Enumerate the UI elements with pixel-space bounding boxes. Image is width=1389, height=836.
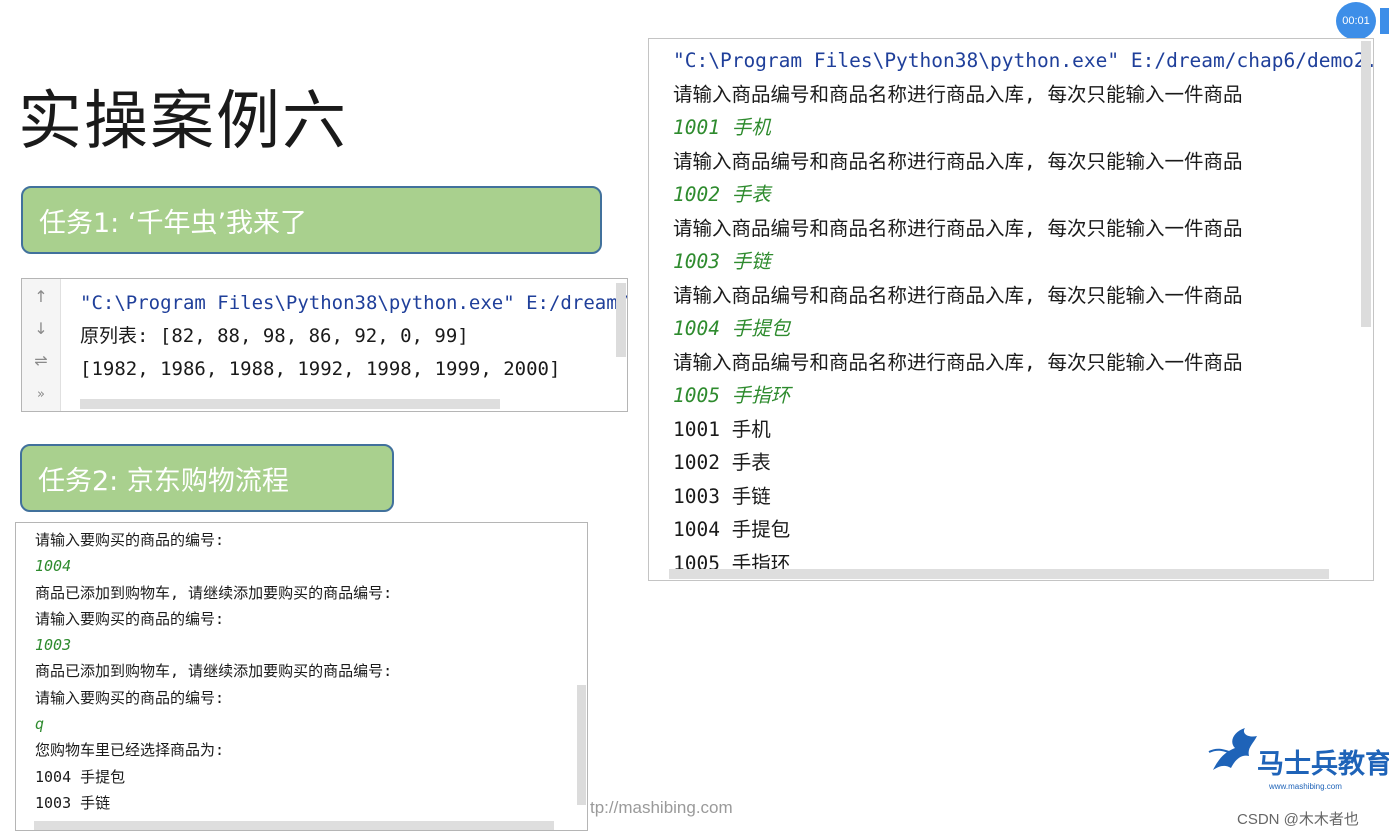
console-line: 请输入商品编号和商品名称进行商品入库, 每次只能输入一件商品 [673, 283, 1243, 307]
csdn-credit: CSDN @木木者也 [1237, 811, 1359, 828]
horizontal-scrollbar[interactable] [80, 399, 500, 409]
brand-logo: 马士兵教育 www.mashibing.com [1205, 722, 1389, 794]
console-line: 请输入商品编号和商品名称进行商品入库, 每次只能输入一件商品 [673, 350, 1243, 374]
task2-banner: 任务2: 京东购物流程 [20, 444, 394, 512]
console-line: 请输入商品编号和商品名称进行商品入库, 每次只能输入一件商品 [673, 82, 1243, 106]
console-line: 商品已添加到购物车, 请继续添加要购买的商品编号: [35, 583, 393, 602]
horizontal-scrollbar[interactable] [669, 569, 1329, 579]
console-line: 请输入商品编号和商品名称进行商品入库, 每次只能输入一件商品 [673, 216, 1243, 240]
watermark-url: tp://mashibing.com [590, 798, 733, 817]
console-line: 您购物车里已经选择商品为: [35, 741, 225, 760]
console-line: 请输入商品编号和商品名称进行商品入库, 每次只能输入一件商品 [673, 149, 1243, 173]
soft-wrap-icon[interactable]: ⇌ [22, 351, 60, 370]
console-line: 商品已添加到购物车, 请继续添加要购买的商品编号: [35, 662, 393, 681]
recording-indicator [1380, 8, 1389, 34]
console-line: 1001 手机 [673, 417, 771, 441]
console-line: 原列表: [82, 88, 98, 86, 92, 0, 99] [80, 325, 469, 347]
scroll-up-icon[interactable]: ↑ [22, 287, 60, 306]
console-line: 1003 [35, 636, 72, 655]
vertical-scrollbar[interactable] [616, 283, 626, 357]
vertical-scrollbar[interactable] [1361, 41, 1371, 327]
console-line: 1001 手机 [673, 116, 771, 139]
console-line: 1003 手链 [673, 250, 771, 273]
console-output-inventory: "C:\Program Files\Python38\python.exe" E… [648, 38, 1374, 581]
brand-name: 马士兵教育 [1257, 749, 1389, 780]
console-line: 1004 [35, 557, 72, 576]
slide-title: 实操案例六 [18, 85, 348, 159]
console-line: 1004 手提包 [673, 317, 791, 340]
console-lines: "C:\Program Files\Python38\python.exe" E… [673, 44, 1374, 580]
console-line: "C:\Program Files\Python38\python.exe" E… [80, 292, 628, 314]
console-line: [1982, 1986, 1988, 1992, 1998, 1999, 200… [80, 358, 561, 380]
console-line: 1004 手提包 [35, 767, 126, 786]
scroll-down-icon[interactable]: ↓ [22, 319, 60, 338]
console-line: 1002 手表 [673, 183, 771, 206]
console-line: 请输入要购买的商品的编号: [35, 688, 225, 707]
console-line: 1005 手指环 [673, 384, 791, 407]
brand-url: www.mashibing.com [1269, 782, 1342, 791]
console-line: 1004 手提包 [673, 518, 791, 541]
console-line: 1003 手链 [35, 793, 111, 812]
console-output-task2: 请输入要购买的商品的编号: 1004 商品已添加到购物车, 请继续添加要购买的商… [15, 522, 588, 831]
console-lines: "C:\Program Files\Python38\python.exe" E… [80, 287, 628, 386]
console-line: 请输入要购买的商品的编号: [35, 531, 225, 549]
task1-banner: 任务1: ‘千年虫’我来了 [21, 186, 602, 254]
console-line: 1003 手链 [673, 484, 771, 508]
vertical-scrollbar[interactable] [577, 685, 586, 805]
console-line: 请输入要购买的商品的编号: [35, 609, 225, 628]
console-line: 1002 手表 [673, 451, 771, 474]
recording-timer[interactable]: 00:01 [1336, 2, 1376, 40]
more-icon[interactable]: » [22, 387, 60, 402]
console-toolbar: ↑ ↓ ⇌ » [22, 279, 61, 411]
horse-logo-icon [1208, 728, 1257, 770]
console-line: q [35, 715, 45, 734]
console-lines: 请输入要购买的商品的编号: 1004 商品已添加到购物车, 请继续添加要购买的商… [35, 527, 392, 816]
console-output-task1: ↑ ↓ ⇌ » "C:\Program Files\Python38\pytho… [21, 278, 628, 412]
console-line: "C:\Program Files\Python38\python.exe" E… [673, 49, 1374, 72]
horizontal-scrollbar[interactable] [34, 821, 554, 830]
